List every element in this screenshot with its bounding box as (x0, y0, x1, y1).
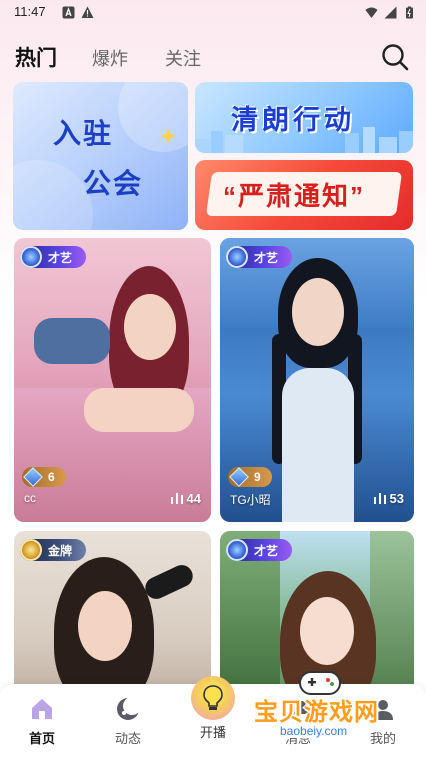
nav-feed-label: 动态 (114, 731, 141, 746)
nav-home-label: 首页 (28, 731, 55, 746)
gold-badge: 金牌 (20, 539, 86, 561)
search-icon[interactable] (380, 42, 410, 72)
status-time: 11:47 (14, 4, 46, 19)
streamer-name: TG小昭 (230, 493, 271, 507)
wifi-icon (365, 7, 378, 18)
tab-hot[interactable]: 热门 (15, 42, 57, 72)
talent-badge: 才艺 (20, 246, 86, 268)
talent-badge: 才艺 (226, 539, 292, 561)
talent-badge: 才艺 (226, 246, 292, 268)
tab-follow[interactable]: 关注 (165, 45, 201, 71)
go-live-button[interactable] (191, 676, 235, 720)
watermark-text: 宝贝游戏网 (254, 699, 379, 726)
rank-pill: 9 (228, 467, 272, 487)
status-icons-left (62, 6, 94, 19)
viewer-count-value: 53 (389, 491, 404, 506)
diamond-icon (23, 467, 43, 487)
viewer-count: 44 (170, 491, 201, 506)
nav-feed[interactable]: 动态 (98, 696, 158, 747)
rank-number: 6 (48, 470, 55, 484)
status-bar: 11:47 (0, 0, 426, 26)
viewers-bars-icon (373, 493, 386, 504)
banner-serious-notice[interactable]: “严肃通知” (195, 160, 413, 230)
viewer-count: 53 (373, 491, 404, 506)
badge-label: 才艺 (48, 250, 73, 265)
banner-notice-title: “严肃通知” (223, 181, 366, 211)
banner-decoration (118, 82, 188, 152)
badge-label: 才艺 (254, 543, 279, 558)
live-room-card[interactable]: 才艺 6 cc 44 (14, 238, 211, 522)
nav-go-live-label: 开播 (199, 725, 226, 740)
status-icons-right (365, 6, 416, 19)
badge-label: 才艺 (254, 250, 279, 265)
tab-boom[interactable]: 爆炸 (92, 45, 128, 71)
rank-pill: 6 (22, 467, 66, 487)
banner-join-guild[interactable]: 入驻 公会 (13, 82, 188, 230)
moon-icon (117, 697, 141, 720)
banner-clear-title: 清朗行动 (231, 105, 355, 135)
banner-guild-line2: 公会 (83, 168, 144, 199)
diamond-icon (229, 467, 249, 487)
watermark-url: baobeiy.com (272, 724, 356, 738)
banner-clear-action[interactable]: 清朗行动 (195, 82, 413, 153)
live-room-card[interactable]: 才艺 9 TG小昭 53 (220, 238, 414, 522)
banner-guild-line1: 入驻 (53, 118, 114, 149)
badge-emblem-icon (226, 539, 248, 561)
streamer-name: cc (24, 491, 36, 505)
notification-a-icon (62, 6, 75, 19)
viewer-count-value: 44 (186, 491, 201, 506)
lightbulb-icon (203, 685, 223, 710)
banner-decoration (13, 160, 93, 230)
signal-icon (384, 6, 397, 19)
site-watermark: 宝贝游戏网 baobeiy.com (250, 668, 420, 746)
sparkle-icon (160, 128, 176, 144)
live-room-card[interactable]: 金牌 (14, 531, 211, 701)
rank-number: 9 (254, 470, 261, 484)
badge-emblem-icon (20, 539, 42, 561)
battery-icon (406, 6, 413, 19)
viewers-bars-icon (170, 493, 183, 504)
badge-emblem-icon (20, 246, 42, 268)
nav-go-live[interactable]: 开播 (183, 676, 243, 741)
top-nav: 热门 爆炸 关注 (0, 36, 426, 76)
warning-icon (81, 6, 94, 18)
badge-label: 金牌 (48, 543, 73, 558)
badge-emblem-icon (226, 246, 248, 268)
home-icon (32, 699, 52, 719)
nav-home[interactable]: 首页 (12, 696, 72, 747)
